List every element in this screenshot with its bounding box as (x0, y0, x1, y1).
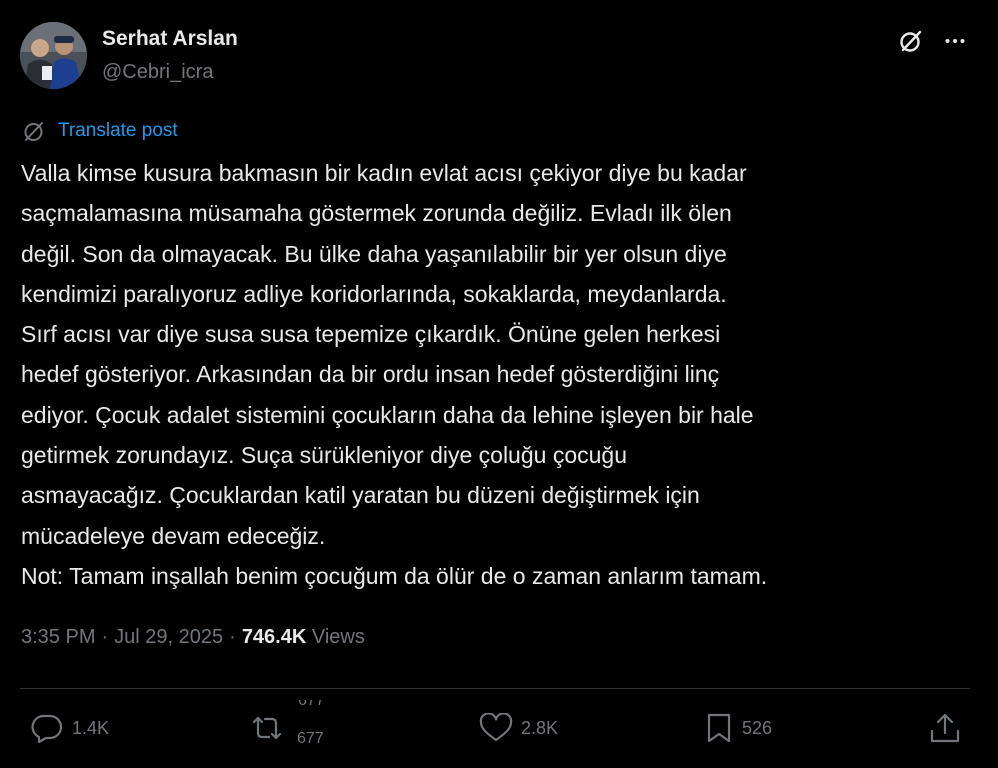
bookmark-icon (707, 713, 731, 743)
tweet-text-line: ediyor. Çocuk adalet sistemini çocukları… (21, 401, 754, 428)
reply-count: 1.4K (72, 717, 110, 738)
bookmark-button[interactable]: 526 (704, 706, 772, 750)
more-options-button[interactable] (938, 24, 972, 58)
translate-label: Translate post (58, 120, 178, 141)
tweet-text-line: getirmek zorundayız. Suça sürükleniyor d… (21, 442, 627, 469)
tweet-meta: 3:35 PM · Jul 29, 2025 · 746.4K Views (21, 626, 365, 649)
grok-icon (900, 30, 922, 52)
repost-count-previous: 677 (298, 700, 325, 709)
tweet-text-line: Valla kimse kusura bakmasın bir kadın ev… (21, 160, 747, 186)
repost-button[interactable] (250, 706, 284, 750)
more-icon (945, 39, 965, 43)
tweet-text-line: değil. Son da olmayacak. Bu ülke daha ya… (21, 240, 727, 267)
meta-separator: · (101, 626, 109, 648)
tweet-text-line: kendimizi paralıyoruz adliye koridorları… (21, 280, 727, 307)
avatar-image (20, 22, 87, 89)
heart-icon (479, 713, 513, 742)
tweet-time[interactable]: 3:35 PM (21, 626, 95, 648)
tweet-text-line: hedef gösteriyor. Arkasından da bir ordu… (21, 361, 720, 388)
bookmark-count: 526 (742, 717, 773, 738)
reply-button[interactable]: 1.4K (30, 706, 109, 750)
repost-count: 677 (297, 730, 324, 747)
author-handle[interactable]: @Cebri_icra (102, 61, 213, 84)
like-button[interactable]: 2.8K (479, 706, 558, 750)
tweet-detail: Serhat Arslan @Cebri_icra Translate post… (0, 0, 998, 768)
repost-icon (252, 716, 282, 740)
share-button[interactable] (928, 706, 962, 750)
tweet-text-line: asmayacağız. Çocuklardan katil yaratan b… (21, 482, 700, 509)
divider (20, 688, 970, 689)
tweet-text: Valla kimse kusura bakmasın bir kadın ev… (21, 153, 981, 596)
share-icon (930, 713, 960, 743)
tweet-text-line: mücadeleye devam edeceğiz. (21, 522, 326, 549)
repost-count-animating: 677 (298, 700, 330, 712)
views-label: Views (311, 626, 365, 648)
reply-icon (31, 714, 63, 743)
meta-separator: · (229, 626, 236, 648)
translate-icon (24, 122, 43, 141)
tweet-text-line: Not: Tamam inşallah benim çocuğum da ölü… (21, 562, 768, 589)
like-count: 2.8K (521, 717, 559, 738)
tweet-date[interactable]: Jul 29, 2025 (114, 626, 223, 648)
translate-post-link[interactable]: Translate post (22, 119, 178, 143)
author-display-name[interactable]: Serhat Arslan (102, 27, 238, 51)
views-count: 746.4K (241, 626, 307, 648)
avatar[interactable] (20, 22, 87, 89)
tweet-text-line: saçmalamasına müsamaha göstermek zorunda… (21, 200, 732, 227)
tweet-text-line: Sırf acısı var diye susa susa tepemize ç… (21, 321, 721, 348)
grok-button[interactable] (894, 24, 928, 58)
